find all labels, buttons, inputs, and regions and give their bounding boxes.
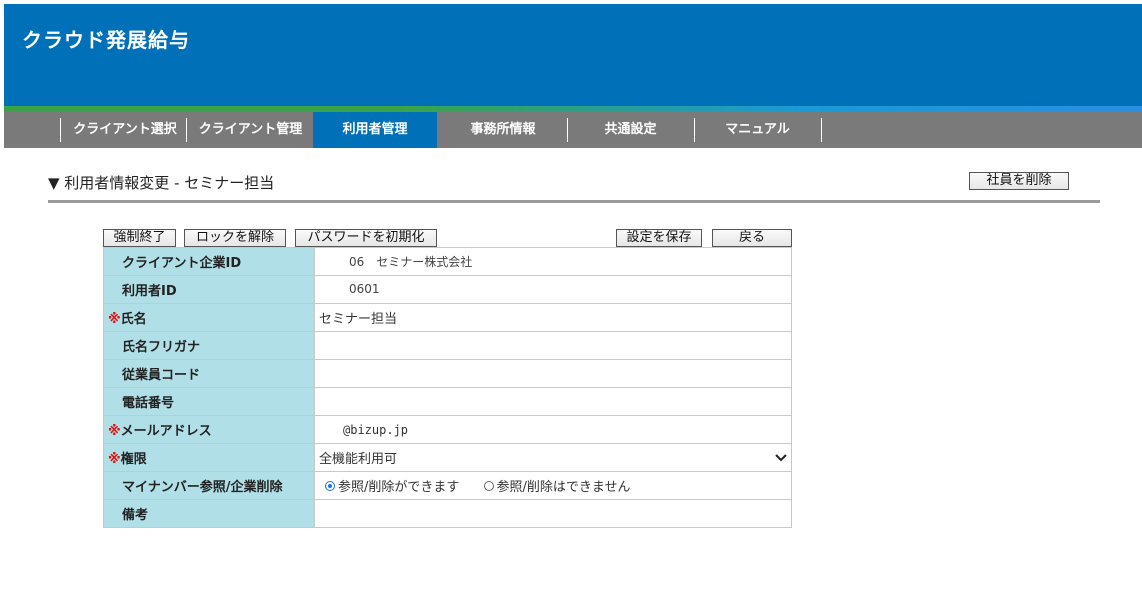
main-nav: クライアント選択 クライアント管理 利用者管理 事務所情報 共通設定 マニュアル <box>4 112 1142 148</box>
field-label: 電話番号 <box>103 387 315 416</box>
required-mark: ※ <box>108 312 121 327</box>
field-label: 備考 <box>103 499 315 528</box>
phone-field[interactable] <box>314 387 792 416</box>
form-row: 従業員コード <box>103 359 792 388</box>
save-settings-button[interactable]: 設定を保存 <box>616 229 702 247</box>
field-label: マイナンバー参照/企業削除 <box>103 471 315 500</box>
tab-office-info[interactable]: 事務所情報 <box>440 112 566 148</box>
client-id-value: 06 セミナー株式会社 <box>314 247 792 276</box>
field-label: 従業員コード <box>103 359 315 388</box>
nav-separator <box>186 118 187 142</box>
force-quit-button[interactable]: 強制終了 <box>103 229 176 247</box>
radio-selected-icon <box>325 480 335 491</box>
back-button[interactable]: 戻る <box>712 229 792 247</box>
employee-code-field[interactable] <box>314 359 792 388</box>
field-label: 利用者ID <box>103 275 315 304</box>
radio-unselected-icon <box>483 480 494 491</box>
field-label: ※権限 <box>103 443 315 472</box>
tab-user-management[interactable]: 利用者管理 <box>313 112 437 148</box>
permission-select[interactable]: 全機能利用可 <box>314 443 792 472</box>
unlock-button[interactable]: ロックを解除 <box>184 229 286 247</box>
form-row: 氏名フリガナ <box>103 331 792 360</box>
field-label: ※氏名 <box>103 303 315 332</box>
mynumber-options: 参照/削除ができます 参照/削除はできません <box>314 471 792 500</box>
email-field[interactable]: @bizup.jp <box>314 415 792 444</box>
radio-allow[interactable]: 参照/削除ができます <box>325 476 459 495</box>
required-mark: ※ <box>108 424 121 439</box>
field-label: クライアント企業ID <box>103 247 315 276</box>
form-row: 利用者ID 0601 <box>103 275 792 304</box>
form-row: クライアント企業ID 06 セミナー株式会社 <box>103 247 792 276</box>
tab-client-management[interactable]: クライアント管理 <box>189 112 312 148</box>
app-header: クラウド発展給与 <box>4 4 1142 108</box>
nav-separator <box>821 118 822 142</box>
user-id-value: 0601 <box>314 275 792 304</box>
field-label: ※メールアドレス <box>103 415 315 444</box>
form-row: 電話番号 <box>103 387 792 416</box>
form-row: ※メールアドレス @bizup.jp <box>103 415 792 444</box>
page-title: ▼ 利用者情報変更 - セミナー担当 <box>48 174 275 192</box>
form-row: 備考 <box>103 499 792 528</box>
tab-manual[interactable]: マニュアル <box>695 112 820 148</box>
page-title-row: ▼ 利用者情報変更 - セミナー担当 <box>48 168 1100 203</box>
form-row: ※権限 全機能利用可 <box>103 443 792 472</box>
reset-password-button[interactable]: パスワードを初期化 <box>295 229 437 247</box>
tab-client-select[interactable]: クライアント選択 <box>64 112 186 148</box>
radio-deny[interactable]: 参照/削除はできません <box>483 476 631 495</box>
form-row: ※氏名 セミナー担当 <box>103 303 792 332</box>
remarks-field[interactable] <box>314 499 792 528</box>
nav-separator <box>60 118 61 142</box>
name-field[interactable]: セミナー担当 <box>314 303 792 332</box>
form-row: マイナンバー参照/企業削除 参照/削除ができます 参照/削除はできません <box>103 471 792 500</box>
permission-selected: 全機能利用可 <box>319 452 398 467</box>
tab-common-settings[interactable]: 共通設定 <box>568 112 693 148</box>
delete-employee-button[interactable]: 社員を削除 <box>969 172 1069 190</box>
name-kana-field[interactable] <box>314 331 792 360</box>
field-label: 氏名フリガナ <box>103 331 315 360</box>
app-logo: クラウド発展給与 <box>22 28 190 52</box>
user-form: クライアント企業ID 06 セミナー株式会社 利用者ID 0601 ※氏名 セミ… <box>103 247 792 528</box>
required-mark: ※ <box>108 452 121 467</box>
chevron-down-icon <box>775 453 787 461</box>
